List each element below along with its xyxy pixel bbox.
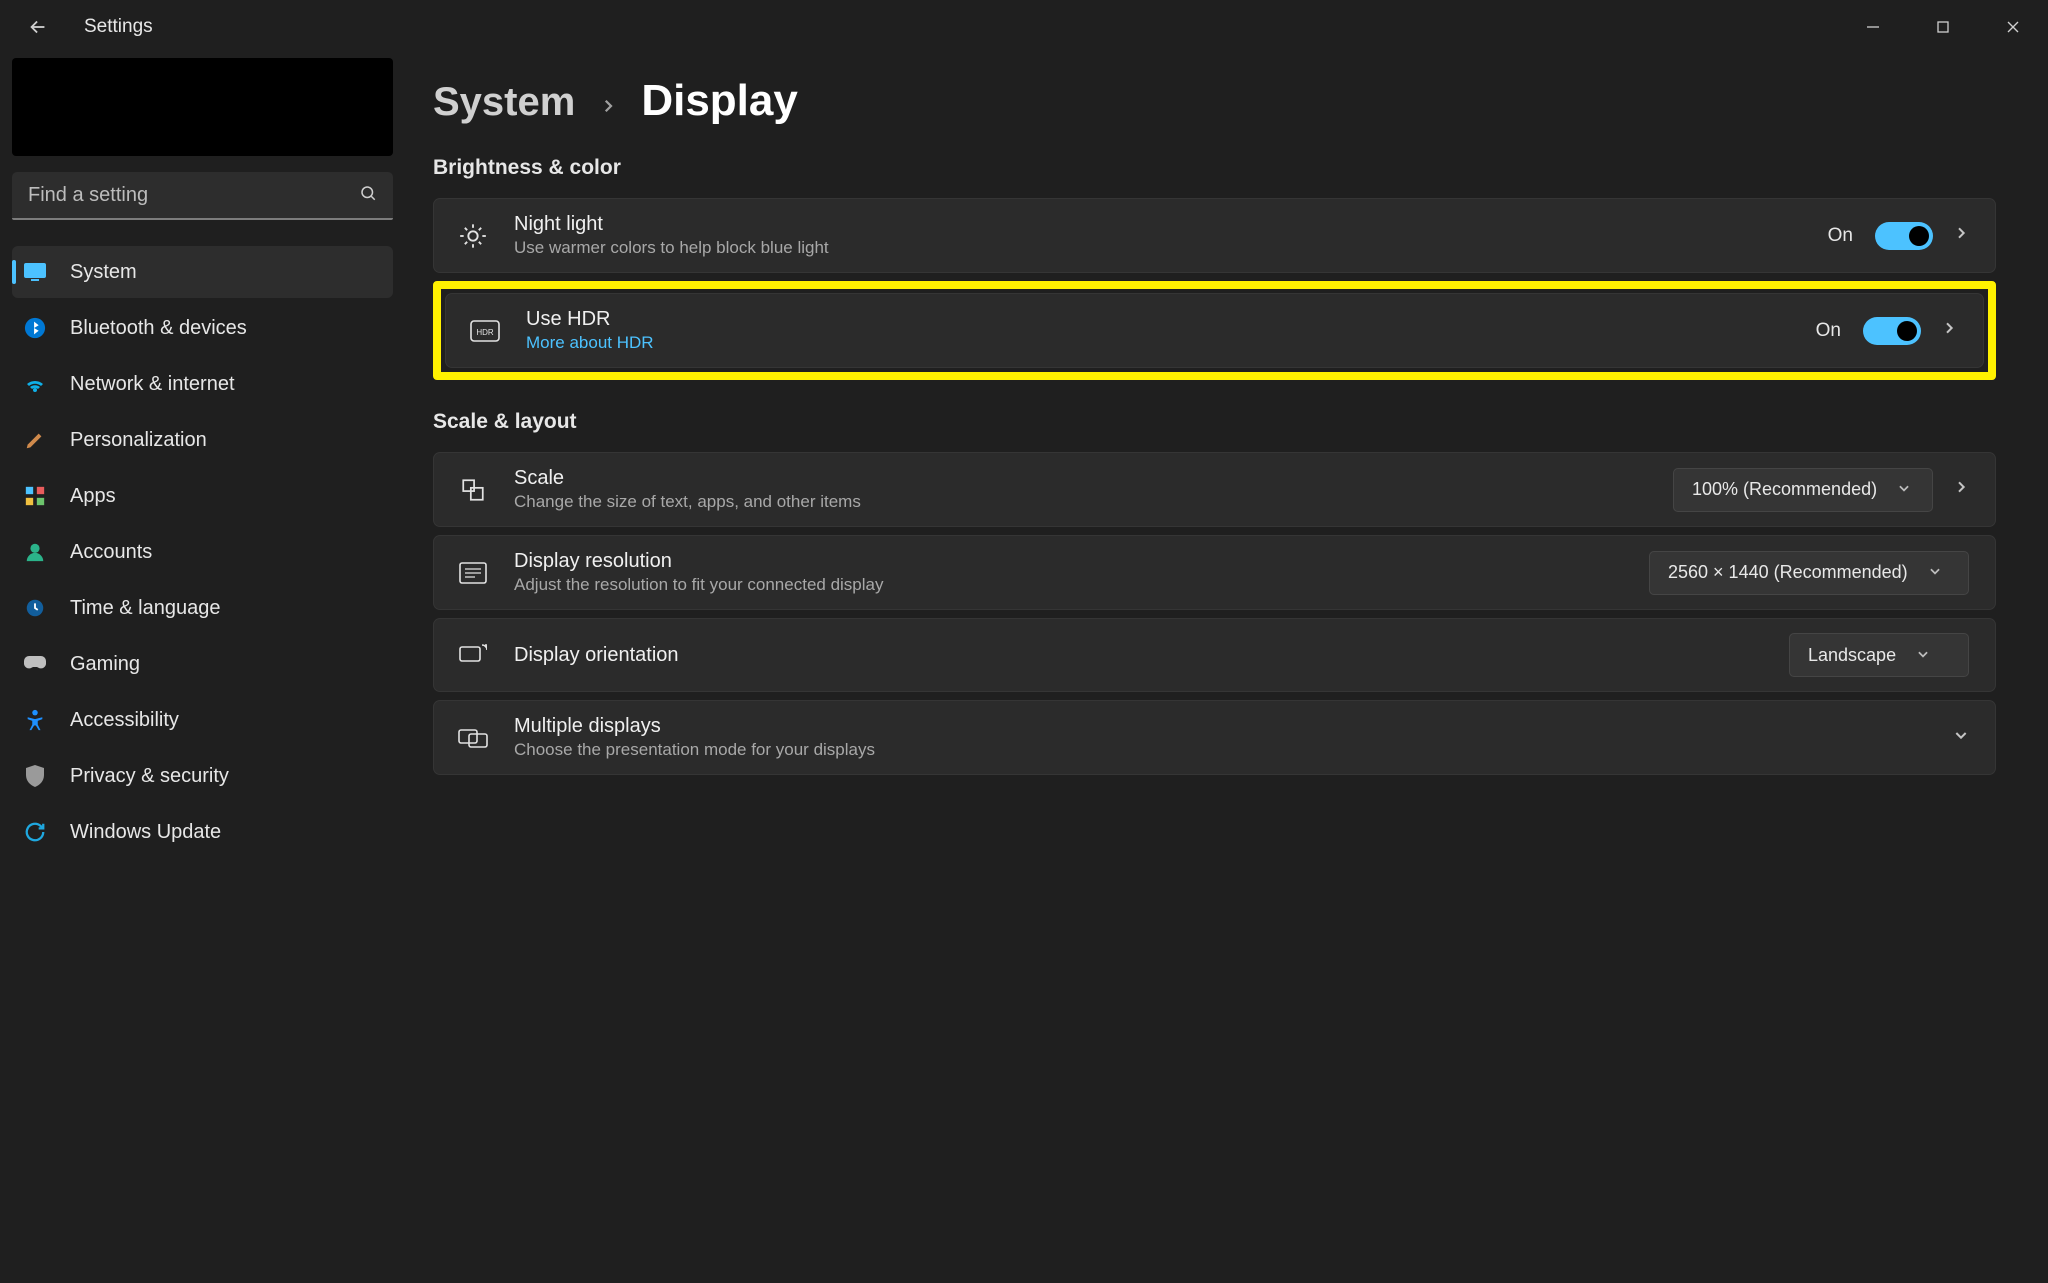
app-title: Settings [84, 16, 153, 38]
account-panel[interactable] [12, 58, 393, 156]
setting-card-orientation[interactable]: Display orientation Landscape [433, 618, 1996, 692]
sidebar-item-label: Accounts [70, 541, 152, 564]
chevron-right-icon [1953, 225, 1969, 246]
sidebar: System Bluetooth & devices Network & int… [0, 54, 405, 1283]
window-controls [1838, 0, 2048, 54]
setting-card-resolution[interactable]: Display resolution Adjust the resolution… [433, 535, 1996, 610]
sidebar-item-label: Time & language [70, 597, 220, 620]
chevron-right-icon [1941, 320, 1957, 341]
clock-globe-icon [22, 595, 48, 621]
sidebar-item-label: Windows Update [70, 821, 221, 844]
night-light-toggle[interactable] [1875, 222, 1933, 250]
accessibility-icon [22, 707, 48, 733]
maximize-button[interactable] [1908, 0, 1978, 54]
chevron-down-icon [1953, 727, 1969, 748]
chevron-right-icon [599, 90, 617, 122]
back-button[interactable] [22, 11, 54, 43]
chevron-down-icon [1928, 562, 1942, 583]
breadcrumb-parent[interactable]: System [433, 80, 575, 125]
paintbrush-icon [22, 427, 48, 453]
sidebar-item-system[interactable]: System [12, 246, 393, 298]
sidebar-item-bluetooth[interactable]: Bluetooth & devices [12, 302, 393, 354]
sidebar-item-label: Apps [70, 485, 116, 508]
apps-icon [22, 483, 48, 509]
setting-card-hdr[interactable]: HDR Use HDR More about HDR On [445, 293, 1984, 368]
setting-subtitle: Change the size of text, apps, and other… [514, 492, 861, 512]
titlebar: Settings [0, 0, 2048, 54]
svg-text:HDR: HDR [476, 328, 494, 337]
orientation-select[interactable]: Landscape [1789, 633, 1969, 677]
section-heading-scale: Scale & layout [433, 410, 1996, 434]
scale-select[interactable]: 100% (Recommended) [1673, 468, 1933, 512]
search-field[interactable] [12, 172, 393, 220]
resolution-icon [456, 556, 490, 590]
sidebar-item-accessibility[interactable]: Accessibility [12, 694, 393, 746]
setting-title: Display orientation [514, 644, 679, 667]
sidebar-item-time-language[interactable]: Time & language [12, 582, 393, 634]
sidebar-item-accounts[interactable]: Accounts [12, 526, 393, 578]
sidebar-item-label: System [70, 261, 137, 284]
select-value: 100% (Recommended) [1692, 479, 1877, 500]
sidebar-item-gaming[interactable]: Gaming [12, 638, 393, 690]
chevron-down-icon [1916, 645, 1930, 666]
setting-title: Use HDR [526, 308, 654, 331]
minimize-button[interactable] [1838, 0, 1908, 54]
setting-title: Scale [514, 467, 861, 490]
hdr-more-link[interactable]: More about HDR [526, 333, 654, 353]
setting-card-multiple-displays[interactable]: Multiple displays Choose the presentatio… [433, 700, 1996, 775]
search-icon [359, 184, 377, 207]
sidebar-item-label: Privacy & security [70, 765, 229, 788]
hdr-icon: HDR [468, 314, 502, 348]
orientation-icon [456, 638, 490, 672]
sidebar-item-label: Gaming [70, 653, 140, 676]
select-value: Landscape [1808, 645, 1896, 666]
sidebar-item-update[interactable]: Windows Update [12, 806, 393, 858]
sidebar-item-network[interactable]: Network & internet [12, 358, 393, 410]
highlight-hdr: HDR Use HDR More about HDR On [433, 281, 1996, 380]
toggle-state-label: On [1828, 225, 1853, 247]
setting-subtitle: Use warmer colors to help block blue lig… [514, 238, 829, 258]
select-value: 2560 × 1440 (Recommended) [1668, 562, 1908, 583]
scale-icon [456, 473, 490, 507]
multiple-displays-icon [456, 721, 490, 755]
sidebar-item-label: Bluetooth & devices [70, 317, 247, 340]
setting-subtitle: Choose the presentation mode for your di… [514, 740, 875, 760]
resolution-select[interactable]: 2560 × 1440 (Recommended) [1649, 551, 1969, 595]
setting-card-scale[interactable]: Scale Change the size of text, apps, and… [433, 452, 1996, 527]
hdr-toggle[interactable] [1863, 317, 1921, 345]
bluetooth-icon [22, 315, 48, 341]
shield-icon [22, 763, 48, 789]
night-light-icon [456, 219, 490, 253]
person-icon [22, 539, 48, 565]
sidebar-item-label: Personalization [70, 429, 207, 452]
main-content: System Display Brightness & color Night … [405, 54, 2048, 1283]
setting-subtitle: Adjust the resolution to fit your connec… [514, 575, 884, 595]
wifi-icon [22, 371, 48, 397]
chevron-right-icon [1953, 479, 1969, 500]
display-icon [22, 259, 48, 285]
setting-title: Night light [514, 213, 829, 236]
sidebar-item-label: Network & internet [70, 373, 235, 396]
section-heading-brightness: Brightness & color [433, 156, 1996, 180]
setting-card-night-light[interactable]: Night light Use warmer colors to help bl… [433, 198, 1996, 273]
search-input[interactable] [28, 184, 359, 207]
setting-title: Display resolution [514, 550, 884, 573]
gamepad-icon [22, 651, 48, 677]
setting-title: Multiple displays [514, 715, 875, 738]
sidebar-item-privacy[interactable]: Privacy & security [12, 750, 393, 802]
page-title: Display [641, 76, 798, 126]
update-icon [22, 819, 48, 845]
sidebar-item-apps[interactable]: Apps [12, 470, 393, 522]
sidebar-item-personalization[interactable]: Personalization [12, 414, 393, 466]
breadcrumb: System Display [433, 76, 1996, 126]
toggle-state-label: On [1816, 320, 1841, 342]
sidebar-item-label: Accessibility [70, 709, 179, 732]
close-button[interactable] [1978, 0, 2048, 54]
chevron-down-icon [1897, 479, 1911, 500]
